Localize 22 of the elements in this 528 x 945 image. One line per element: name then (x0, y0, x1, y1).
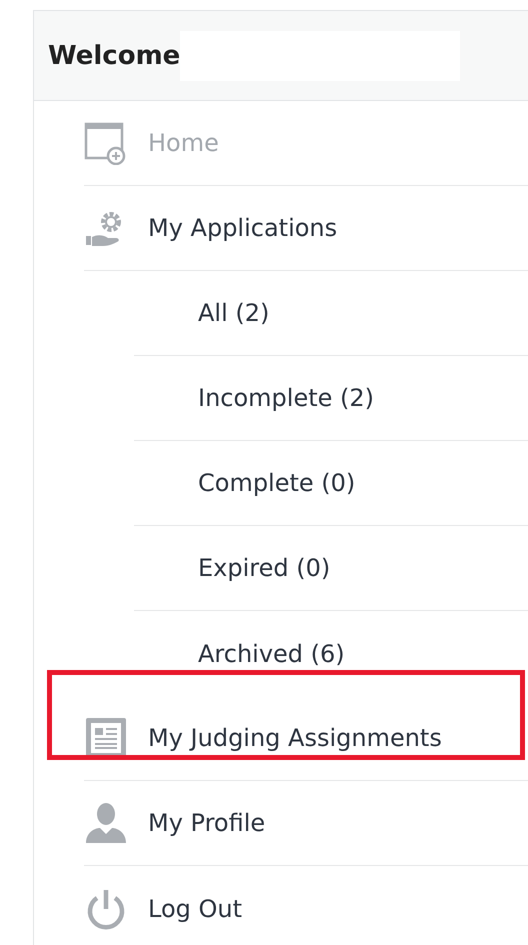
menu-label: My Applications (148, 214, 338, 242)
welcome-title: Welcome (48, 40, 180, 70)
menu-label: Complete (0) (198, 469, 356, 497)
menu-label: All (2) (198, 299, 270, 327)
menu-label: My Profile (148, 809, 266, 837)
person-icon (84, 801, 128, 845)
menu-label: Log Out (148, 894, 242, 922)
menu-label: Expired (0) (198, 554, 330, 582)
menu-label: Incomplete (2) (198, 384, 374, 412)
calendar-plus-icon (84, 121, 128, 165)
menu-item[interactable]: All (2) (134, 271, 528, 356)
menu-item[interactable]: My Profile (84, 781, 528, 866)
menu-item[interactable]: Incomplete (2) (134, 356, 528, 441)
menu-item[interactable]: Log Out (84, 866, 528, 945)
menu-label: My Judging Assignments (148, 724, 442, 752)
menu-item[interactable]: Expired (0) (134, 526, 528, 611)
menu-label: Home (148, 129, 219, 157)
menu-label: Archived (6) (198, 640, 345, 668)
menu-item[interactable]: My Applications (84, 186, 528, 271)
menu-item[interactable]: Complete (0) (134, 441, 528, 526)
menu-item[interactable]: Archived (6) (134, 611, 528, 696)
menu-item[interactable]: My Judging Assignments (84, 696, 528, 781)
